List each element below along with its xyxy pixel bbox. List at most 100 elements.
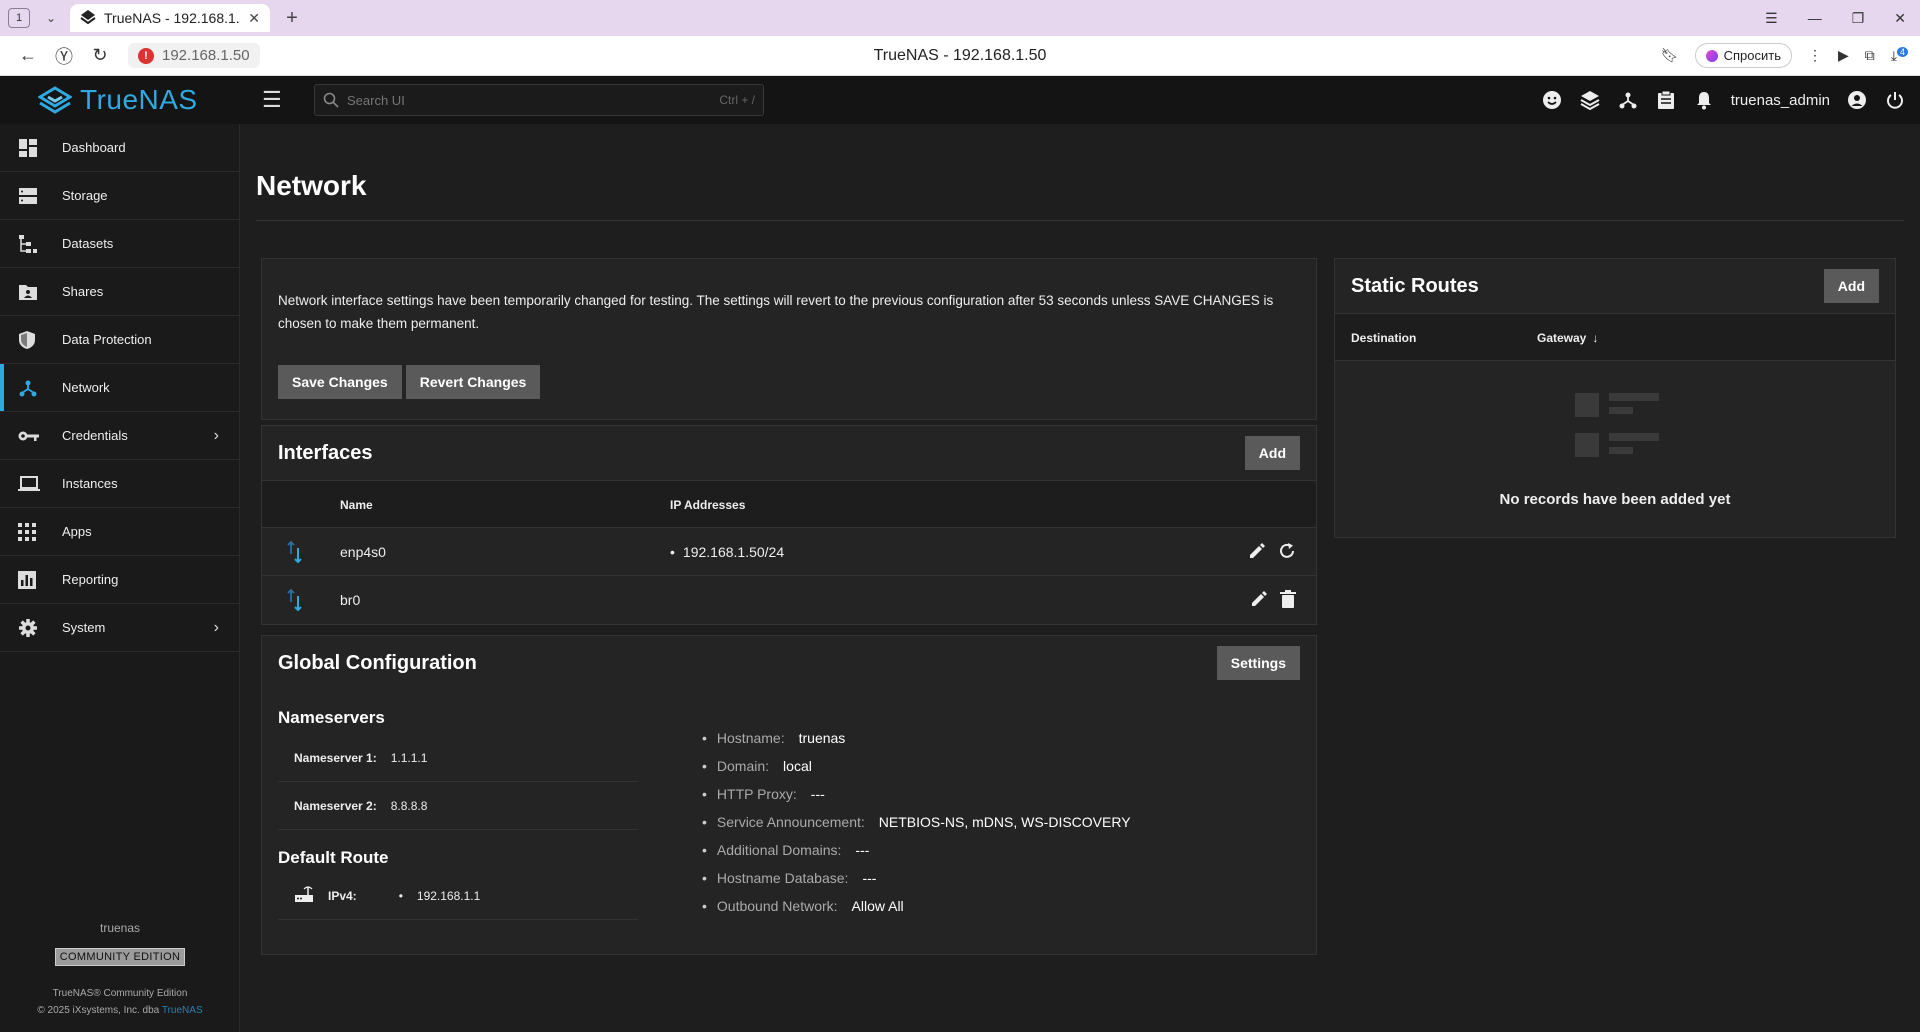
close-window-icon[interactable]: ✕ bbox=[1894, 10, 1906, 27]
reload-icon[interactable]: ↻ bbox=[82, 45, 118, 66]
more-icon[interactable]: ⋮ bbox=[1808, 47, 1822, 64]
bookmark-icon[interactable]: 🔖︎ bbox=[1661, 47, 1679, 64]
link-status-arrows-icon bbox=[286, 576, 304, 624]
column-gateway-label: Gateway bbox=[1537, 331, 1587, 345]
nameservers-title: Nameservers bbox=[278, 708, 385, 727]
truenas-logo[interactable]: TrueNAS bbox=[0, 84, 240, 116]
add-interface-button[interactable]: Add bbox=[1244, 436, 1300, 470]
nameserver-row: Nameserver 2: 8.8.8.8 bbox=[278, 782, 638, 830]
interface-name: enp4s0 bbox=[340, 544, 386, 560]
directory-services-icon[interactable] bbox=[1617, 89, 1639, 111]
shares-icon bbox=[18, 281, 44, 303]
search-shortcut-hint: Ctrl + / bbox=[719, 93, 755, 107]
column-destination[interactable]: Destination bbox=[1351, 314, 1416, 362]
tab-list-chevron-icon[interactable]: ⌄ bbox=[38, 11, 64, 25]
settings-button[interactable]: Settings bbox=[1216, 646, 1300, 680]
revert-changes-button[interactable]: Revert Changes bbox=[405, 365, 541, 399]
power-icon[interactable] bbox=[1884, 89, 1906, 111]
sidebar-item-system[interactable]: System › bbox=[0, 604, 239, 652]
sidebar-item-apps[interactable]: Apps bbox=[0, 508, 239, 556]
detail-label: Hostname Database: bbox=[716, 870, 849, 886]
url-field[interactable]: ! 192.168.1.50 bbox=[128, 43, 260, 68]
interface-name: br0 bbox=[340, 592, 361, 608]
downloads-badge: 4 bbox=[1896, 46, 1908, 57]
link-status-arrows-icon bbox=[286, 528, 304, 576]
edit-pencil-icon[interactable] bbox=[1248, 542, 1266, 563]
table-row[interactable]: br0 bbox=[262, 576, 1316, 624]
nameserver-label: Nameserver 2: bbox=[294, 798, 377, 813]
restore-icon[interactable]: ❐ bbox=[1852, 10, 1865, 27]
back-icon[interactable]: ← bbox=[10, 45, 46, 66]
media-icon[interactable]: ▶︎ bbox=[1838, 47, 1849, 64]
key-icon bbox=[18, 425, 44, 447]
insecure-warning-icon[interactable]: ! bbox=[138, 47, 154, 64]
global-config-title: Global Configuration bbox=[278, 651, 477, 674]
sidebar-item-shares[interactable]: Shares bbox=[0, 268, 239, 316]
column-gateway[interactable]: Gateway ↓ bbox=[1537, 314, 1598, 362]
truenas-logo-icon bbox=[38, 86, 72, 114]
copyright-text: © 2025 iXsystems, Inc. dba bbox=[37, 1005, 160, 1016]
laptop-icon bbox=[18, 473, 44, 495]
tab-title: TrueNAS - 192.168.1.50 bbox=[104, 10, 241, 26]
search-input[interactable] bbox=[347, 92, 712, 108]
tab-count[interactable]: 1 bbox=[8, 8, 30, 28]
collections-icon[interactable]: ⧉ bbox=[1865, 47, 1875, 64]
default-route-title: Default Route bbox=[278, 848, 389, 867]
sidebar-item-instances[interactable]: Instances bbox=[0, 460, 239, 508]
jobs-clipboard-icon[interactable] bbox=[1655, 89, 1677, 111]
global-config-details: Hostname: truenas Domain: local HTTP Proxy… bbox=[702, 724, 1131, 920]
routes-table-header: Destination Gateway ↓ bbox=[1335, 313, 1895, 361]
truenas-link[interactable]: TrueNAS bbox=[162, 1005, 203, 1016]
new-tab-icon[interactable]: + bbox=[280, 7, 304, 30]
save-changes-button[interactable]: Save Changes bbox=[278, 365, 402, 399]
reset-refresh-icon[interactable] bbox=[1278, 542, 1296, 563]
sidebar-item-data-protection[interactable]: Data Protection bbox=[0, 316, 239, 364]
ask-button[interactable]: Спросить bbox=[1694, 43, 1792, 68]
hamburger-menu-icon[interactable]: ☰ bbox=[262, 87, 290, 113]
sidebar-hostname: truenas bbox=[99, 921, 141, 935]
sidebar-item-dashboard[interactable]: Dashboard bbox=[0, 124, 239, 172]
app-topbar: TrueNAS ☰ Ctrl + / truenas_admin bbox=[0, 76, 1920, 124]
downloads-icon[interactable]: ⤓ 4 bbox=[1891, 46, 1908, 65]
account-circle-icon[interactable] bbox=[1846, 89, 1868, 111]
sidebar-item-storage[interactable]: Storage bbox=[0, 172, 239, 220]
delete-trash-icon[interactable] bbox=[1280, 589, 1296, 611]
username[interactable]: truenas_admin bbox=[1731, 92, 1830, 109]
detail-hostname: Hostname: truenas bbox=[702, 724, 1131, 752]
sidebar-item-datasets[interactable]: Datasets bbox=[0, 220, 239, 268]
column-ip-addresses[interactable]: IP Addresses bbox=[670, 481, 745, 529]
empty-list-icon bbox=[1575, 391, 1665, 466]
storage-icon bbox=[18, 185, 44, 207]
yandex-icon[interactable]: Ⓨ bbox=[46, 43, 82, 69]
close-tab-icon[interactable]: ✕ bbox=[248, 10, 260, 27]
truenas-favicon-icon bbox=[80, 9, 96, 28]
add-static-route-button[interactable]: Add bbox=[1823, 269, 1879, 303]
sidebar-item-label: Instances bbox=[62, 476, 118, 491]
edit-pencil-icon[interactable] bbox=[1250, 590, 1268, 611]
sidebar-item-network[interactable]: Network bbox=[0, 364, 239, 412]
truecommand-icon[interactable] bbox=[1579, 89, 1601, 111]
feedback-smiley-icon[interactable] bbox=[1541, 89, 1563, 111]
sidebar-item-credentials[interactable]: Credentials › bbox=[0, 412, 239, 460]
minimize-icon[interactable]: — bbox=[1808, 10, 1822, 26]
tab-manager-icon[interactable]: ☰ bbox=[1765, 10, 1778, 27]
interface-ip-value: 192.168.1.50/24 bbox=[682, 544, 785, 560]
test-changes-notice: Network interface settings have been tem… bbox=[261, 258, 1317, 420]
detail-value: --- bbox=[855, 842, 870, 858]
table-row[interactable]: enp4s0 • 192.168.1.50/24 bbox=[262, 528, 1316, 576]
detail-label: HTTP Proxy: bbox=[716, 786, 797, 802]
nameserver-label: Nameserver 1: bbox=[294, 750, 377, 765]
detail-value: truenas bbox=[798, 730, 846, 746]
browser-tab[interactable]: TrueNAS - 192.168.1.50 ✕ bbox=[70, 4, 270, 32]
search-box[interactable]: Ctrl + / bbox=[314, 84, 764, 116]
nameserver-value: 8.8.8.8 bbox=[390, 798, 428, 813]
detail-service-announcement: Service Announcement: NETBIOS-NS, mDNS, W… bbox=[702, 808, 1131, 836]
sidebar-item-reporting[interactable]: Reporting bbox=[0, 556, 239, 604]
main-content: Network Network interface settings have … bbox=[240, 124, 1920, 1032]
sidebar-item-label: Reporting bbox=[62, 572, 119, 587]
column-name[interactable]: Name bbox=[340, 481, 373, 529]
notifications-bell-icon[interactable] bbox=[1693, 89, 1715, 111]
brand-name: TrueNAS bbox=[80, 84, 198, 115]
detail-value: --- bbox=[862, 870, 877, 886]
ipv4-label: IPv4: bbox=[328, 888, 357, 903]
